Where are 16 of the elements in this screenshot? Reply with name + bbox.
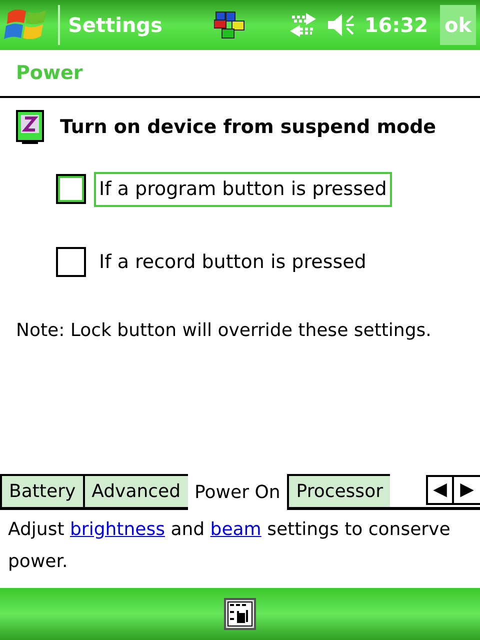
tab[interactable]: Processor (287, 474, 390, 507)
keyboard-icon[interactable] (224, 598, 256, 630)
checkbox-label[interactable]: If a program button is pressed (94, 172, 392, 206)
tab[interactable]: Advanced (82, 474, 188, 507)
tab[interactable]: Battery (0, 474, 83, 507)
section-title: Turn on device from suspend mode (60, 114, 436, 140)
help-text: Adjust brightness and beam settings to conserve power. (7, 518, 452, 574)
page-title: Power (16, 60, 83, 86)
checkbox[interactable] (56, 174, 86, 204)
note-text: Note: Lock button will override these settings. (15, 319, 432, 343)
help-link[interactable]: beam (210, 519, 262, 540)
window-title: Settings (68, 12, 162, 39)
checkbox[interactable] (56, 246, 86, 277)
power-device-icon (16, 110, 44, 144)
help-link[interactable]: brightness (70, 519, 165, 540)
checkbox-label[interactable]: If a record button is pressed (94, 244, 372, 279)
